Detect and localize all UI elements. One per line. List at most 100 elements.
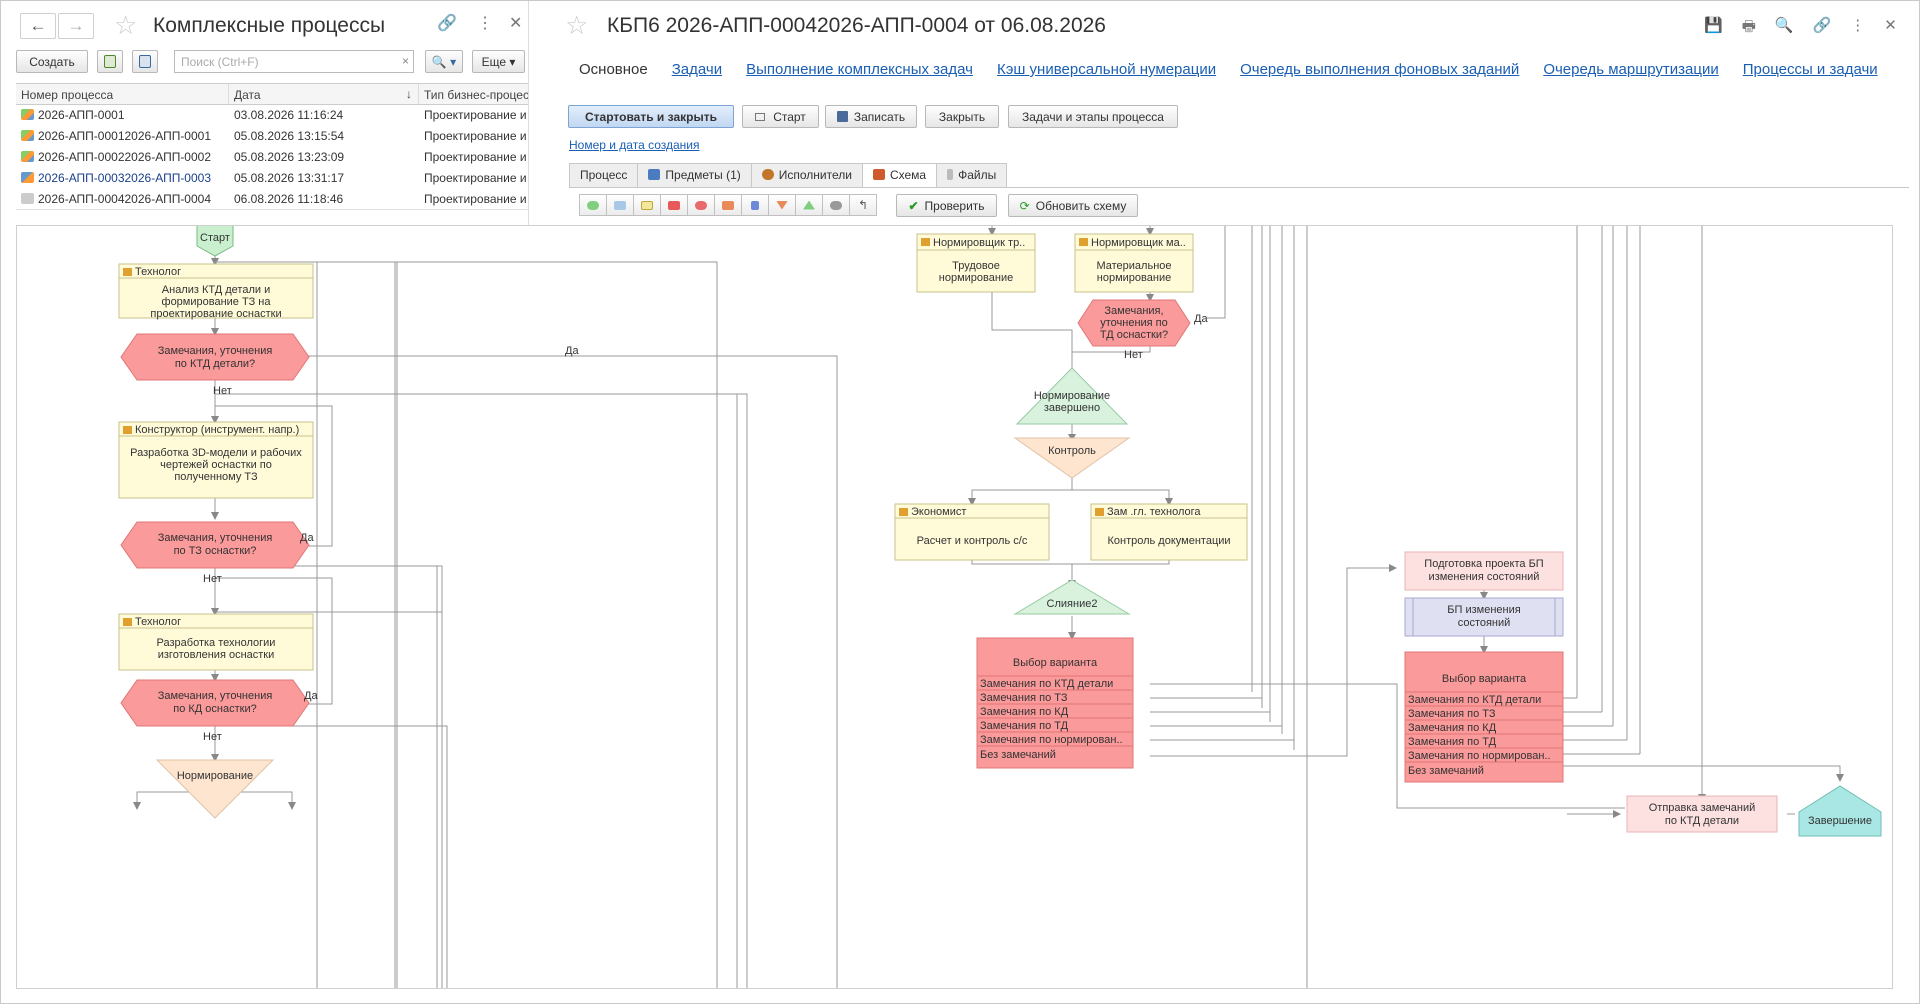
tab-routing-queue[interactable]: Очередь маршрутизации — [1543, 61, 1718, 78]
task-role: Нормировщик тр.. — [933, 237, 1025, 249]
no-label: Нет — [213, 385, 232, 397]
condition-ktd[interactable]: Замечания, уточнения по КТД детали? — [120, 333, 310, 381]
connector-icon: ↰ — [857, 198, 869, 212]
merge-label: Нормирование — [1034, 390, 1110, 402]
column-number[interactable]: Номер процесса — [16, 84, 229, 104]
report-icon — [139, 55, 151, 68]
tasks-stages-button[interactable]: Задачи и этапы процесса — [1008, 105, 1178, 128]
sort-down-icon: ↓ — [406, 87, 412, 101]
task-prepare-bp[interactable]: Подготовка проекта БП изменения состояни… — [1404, 551, 1564, 591]
tab-background-queue[interactable]: Очередь выполнения фоновых заданий — [1240, 61, 1519, 78]
merge-2[interactable]: Слияние2 — [1013, 579, 1131, 615]
tool-task[interactable] — [633, 194, 661, 216]
task-text: полученному ТЗ — [174, 471, 258, 483]
tool-start-point[interactable] — [579, 194, 607, 216]
print-icon[interactable]: 🖶 — [1742, 16, 1756, 41]
start-node[interactable]: Старт — [196, 226, 234, 257]
task-technology[interactable]: Технолог Разработка технологии изготовле… — [118, 613, 314, 671]
table-row[interactable]: 2026-АПП-00012026-АПП-0001 05.08.2026 13:… — [16, 126, 528, 147]
subprocess-state-change[interactable]: БП изменения состояний — [1404, 597, 1564, 637]
tab-files[interactable]: Файлы — [936, 163, 1008, 187]
link-icon[interactable]: 🔗 — [437, 16, 457, 32]
process-table: Номер процесса Дата ↓ Тип бизнес-процес 2… — [16, 83, 528, 210]
end-node[interactable]: Завершение — [1798, 785, 1882, 837]
condition-tz[interactable]: Замечания, уточнения по ТЗ оснастки? — [120, 521, 310, 569]
tab-executors[interactable]: Исполнители — [750, 163, 863, 187]
merge-norming-done[interactable]: Нормирование завершено — [1015, 367, 1129, 425]
favorite-star-icon[interactable]: ☆ — [114, 12, 137, 38]
tab-main[interactable]: Основное — [579, 61, 648, 78]
check-icon: ✔ — [908, 198, 919, 213]
close-button[interactable]: Закрыть — [925, 105, 999, 128]
task-text: Анализ КТД детали и — [162, 284, 270, 296]
task-labor-norming[interactable]: Нормировщик тр.. Трудовое нормирование — [916, 233, 1036, 293]
tab-processes-tasks[interactable]: Процессы и задачи — [1743, 61, 1878, 78]
more-icon[interactable]: ⋮ — [477, 16, 493, 32]
tab-scheme[interactable]: Схема — [861, 163, 938, 188]
close-icon[interactable]: ✕ — [1884, 16, 1897, 41]
search-input[interactable]: Поиск (Ctrl+F) × — [174, 50, 414, 73]
column-type[interactable]: Тип бизнес-процес — [419, 84, 528, 104]
tool-split[interactable] — [768, 194, 796, 216]
search-button[interactable]: 🔍 ▾ — [425, 50, 463, 73]
tool-subprocess[interactable] — [660, 194, 688, 216]
save-button[interactable]: Записать — [825, 105, 917, 128]
row-date: 05.08.2026 13:31:17 — [234, 171, 345, 185]
check-button[interactable]: ✔ Проверить — [896, 194, 997, 217]
back-button[interactable]: ← — [20, 13, 56, 39]
condition-kd[interactable]: Замечания, уточнения по КД оснастки? — [120, 679, 310, 727]
task-text: Контроль документации — [1107, 535, 1230, 547]
tool-merge[interactable] — [795, 194, 823, 216]
link-icon[interactable]: 🔗 — [1813, 16, 1832, 41]
choice-variant-1[interactable]: Выбор варианта Замечания по КТД детали З… — [976, 637, 1134, 769]
refresh-scheme-button[interactable]: ⟳ Обновить схему — [1008, 194, 1138, 217]
task-text: нормирование — [939, 272, 1013, 284]
more-icon[interactable]: ⋮ — [1850, 16, 1865, 41]
table-row[interactable]: 2026-АПП-00022026-АПП-0002 05.08.2026 13:… — [16, 147, 528, 168]
column-date[interactable]: Дата ↓ — [229, 84, 419, 104]
table-row[interactable]: 2026-АПП-00042026-АПП-0004 06.08.2026 11:… — [16, 189, 528, 210]
tab-tasks[interactable]: Задачи — [672, 61, 722, 78]
tool-processing[interactable] — [741, 194, 769, 216]
split-control[interactable]: Контроль — [1013, 437, 1131, 479]
choice-variant-2[interactable]: Выбор варианта Замечания по КТД детали З… — [1404, 651, 1564, 783]
end-label: Завершение — [1808, 815, 1872, 827]
close-icon[interactable]: ✕ — [509, 16, 522, 32]
task-3d-model[interactable]: Конструктор (инструмент. напр.) Разработ… — [118, 421, 314, 499]
forward-button[interactable]: → — [58, 13, 94, 39]
tool-decoration[interactable] — [822, 194, 850, 216]
task-deputy-technologist[interactable]: Зам .гл. технолога Контроль документации — [1090, 503, 1248, 561]
task-text: Разработка 3D-модели и рабочих — [130, 447, 302, 459]
save-disk-icon[interactable]: 💾 — [1704, 16, 1723, 41]
task-text: формирование ТЗ на — [162, 296, 272, 308]
tool-action[interactable] — [606, 194, 634, 216]
scheme-canvas[interactable]: Старт Технолог Анализ КТД детали и форми… — [16, 225, 1893, 989]
process-form: ☆ КБП6 2026-АПП-00042026-АПП-0004 от 06.… — [559, 1, 1920, 226]
tab-numbering-cache[interactable]: Кэш универсальной нумерации — [997, 61, 1216, 78]
tool-choice[interactable] — [714, 194, 742, 216]
task-analysis[interactable]: Технолог Анализ КТД детали и формировани… — [118, 263, 314, 320]
tab-subjects[interactable]: Предметы (1) — [637, 163, 752, 187]
preview-icon[interactable]: 🔍 — [1775, 16, 1794, 41]
task-economist[interactable]: Экономист Расчет и контроль с/с — [894, 503, 1050, 561]
task-material-norming[interactable]: Нормировщик ма.. Материальное нормирован… — [1074, 233, 1194, 293]
create-button[interactable]: Создать — [16, 50, 88, 73]
table-row[interactable]: 2026-АПП-0001 03.08.2026 11:16:24 Проектир… — [16, 105, 528, 126]
number-date-link[interactable]: Номер и дата создания — [569, 138, 700, 152]
tool-condition[interactable] — [687, 194, 715, 216]
split-norming[interactable]: Нормирование — [155, 759, 275, 819]
copy-button[interactable] — [97, 50, 123, 73]
report-button[interactable] — [132, 50, 158, 73]
condition-td[interactable]: Замечания, уточнения по ТД оснастки? — [1077, 299, 1191, 347]
clear-search-icon[interactable]: × — [402, 54, 409, 68]
task-send-remarks[interactable]: Отправка замечаний по КТД детали — [1626, 795, 1778, 833]
tool-connector[interactable]: ↰ — [849, 194, 877, 216]
tab-process[interactable]: Процесс — [569, 163, 639, 187]
favorite-star-icon[interactable]: ☆ — [565, 12, 588, 38]
more-actions-button[interactable]: Еще ▾ — [472, 50, 525, 73]
start-and-close-button[interactable]: Стартовать и закрыть — [568, 105, 734, 128]
tab-complex-tasks[interactable]: Выполнение комплексных задач — [746, 61, 973, 78]
copy-icon — [104, 55, 116, 68]
start-button[interactable]: Старт — [742, 105, 819, 128]
table-row[interactable]: 2026-АПП-00032026-АПП-0003 05.08.2026 13:… — [16, 168, 528, 189]
